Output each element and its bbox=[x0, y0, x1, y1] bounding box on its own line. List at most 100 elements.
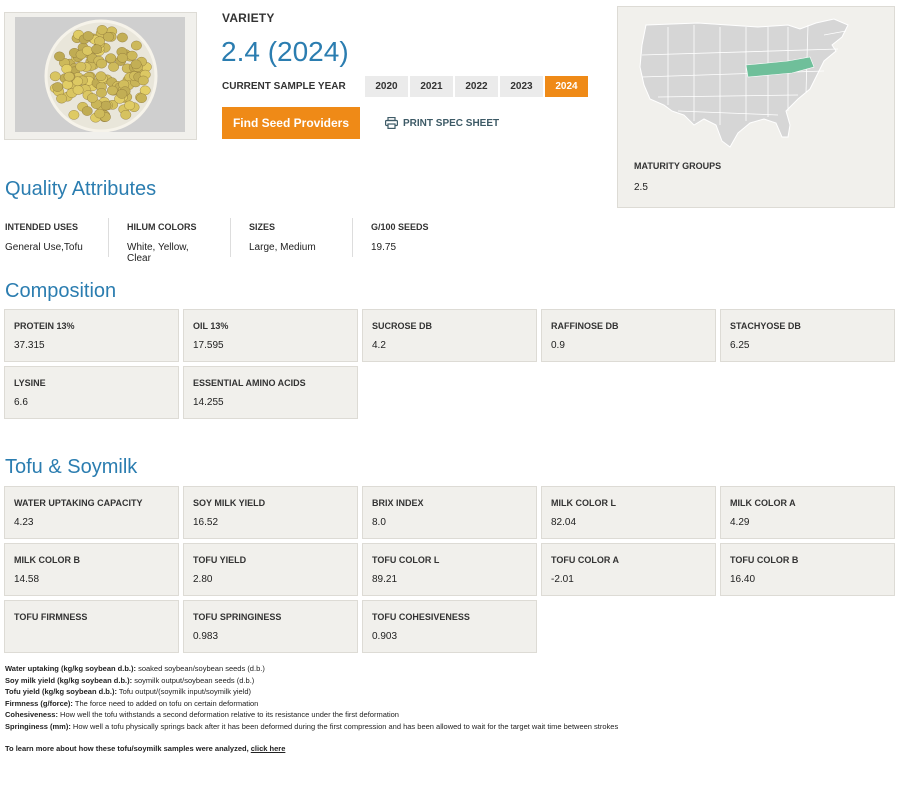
note-line: Springiness (mm): How well a tofu physic… bbox=[5, 721, 618, 733]
note-line: Firmness (g/force): The force need to ad… bbox=[5, 698, 618, 710]
tofu-card: TOFU COLOR B 16.40 bbox=[720, 543, 895, 596]
year-tab-2021[interactable]: 2021 bbox=[410, 76, 453, 97]
card-value: 89.21 bbox=[372, 574, 398, 585]
seed-photo-image bbox=[15, 17, 185, 132]
card-label: SOY MILK YIELD bbox=[193, 498, 266, 508]
tofu-card: TOFU COLOR A -2.01 bbox=[541, 543, 716, 596]
attr-value: Large, Medium bbox=[249, 242, 316, 253]
card-value: 37.315 bbox=[14, 340, 45, 351]
composition-card: RAFFINOSE DB 0.9 bbox=[541, 309, 716, 362]
attr-value: General Use,Tofu bbox=[5, 242, 83, 253]
card-label: TOFU COLOR A bbox=[551, 555, 619, 565]
attr-label: SIZES bbox=[249, 222, 276, 232]
click-here-link[interactable]: click here bbox=[251, 744, 286, 753]
card-label: PROTEIN 13% bbox=[14, 321, 75, 331]
attr-label: HILUM COLORS bbox=[127, 222, 197, 232]
quality-attributes-title: Quality Attributes bbox=[5, 178, 157, 200]
card-value: 4.29 bbox=[730, 517, 750, 528]
note-term: Springiness (mm): bbox=[5, 721, 71, 731]
attr-value: White, Yellow, Clear bbox=[127, 242, 189, 264]
definitions-notes: Water uptaking (kg/kg soybean d.b.): soa… bbox=[5, 663, 618, 732]
quality-attributes-row: INTENDED USES General Use,Tofu HILUM COL… bbox=[0, 218, 488, 264]
tofu-card: SOY MILK YIELD 16.52 bbox=[183, 486, 358, 539]
composition-card: STACHYOSE DB 6.25 bbox=[720, 309, 895, 362]
note-text: How well a tofu physically springs back … bbox=[70, 721, 619, 731]
card-label: MILK COLOR B bbox=[14, 555, 80, 565]
year-tab-2020[interactable]: 2020 bbox=[365, 76, 408, 97]
attr-intended-uses: INTENDED USES General Use,Tofu bbox=[0, 218, 109, 257]
attr-label: G/100 SEEDS bbox=[371, 222, 429, 232]
composition-cards: PROTEIN 13% 37.315 OIL 13% 17.595 SUCROSE … bbox=[4, 309, 895, 419]
year-tab-2022[interactable]: 2022 bbox=[455, 76, 498, 97]
year-tab-2024[interactable]: 2024 bbox=[545, 76, 588, 97]
us-maturity-map bbox=[639, 18, 849, 148]
card-label: TOFU COHESIVENESS bbox=[372, 612, 470, 622]
card-value: 0.903 bbox=[372, 631, 398, 642]
printer-icon bbox=[385, 117, 398, 129]
soybean-dish-illustration bbox=[44, 19, 158, 132]
tofu-card: BRIX INDEX 8.0 bbox=[362, 486, 537, 539]
card-label: RAFFINOSE DB bbox=[551, 321, 619, 331]
composition-card: SUCROSE DB 4.2 bbox=[362, 309, 537, 362]
card-label: TOFU SPRINGINESS bbox=[193, 612, 282, 622]
note-text: How well the tofu withstands a second de… bbox=[57, 710, 399, 719]
card-label: TOFU FIRMNESS bbox=[14, 612, 88, 622]
tofu-card: TOFU COLOR L 89.21 bbox=[362, 543, 537, 596]
card-label: ESSENTIAL AMINO ACIDS bbox=[193, 378, 306, 388]
card-label: MILK COLOR L bbox=[551, 498, 616, 508]
find-seed-providers-button[interactable]: Find Seed Providers bbox=[222, 107, 360, 139]
tofu-card: MILK COLOR B 14.58 bbox=[4, 543, 179, 596]
composition-card: OIL 13% 17.595 bbox=[183, 309, 358, 362]
card-value: 14.255 bbox=[193, 397, 224, 408]
card-label: SUCROSE DB bbox=[372, 321, 433, 331]
note-term: Cohesiveness: bbox=[5, 710, 58, 719]
card-value: 6.25 bbox=[730, 340, 750, 351]
card-label: LYSINE bbox=[14, 378, 46, 388]
card-label: TOFU YIELD bbox=[193, 555, 247, 565]
seed-photo bbox=[4, 12, 197, 140]
note-line: Cohesiveness: How well the tofu withstan… bbox=[5, 709, 618, 721]
sample-year-label: CURRENT SAMPLE YEAR bbox=[222, 81, 346, 92]
print-spec-sheet-label: PRINT SPEC SHEET bbox=[403, 117, 500, 129]
note-term: Water uptaking (kg/kg soybean d.b.): bbox=[5, 664, 136, 673]
note-text: The force need to added on tofu on certa… bbox=[72, 698, 259, 708]
card-value: 8.0 bbox=[372, 517, 386, 528]
tofu-soymilk-cards: WATER UPTAKING CAPACITY 4.23 SOY MILK YIE… bbox=[4, 486, 895, 653]
composition-title: Composition bbox=[5, 280, 117, 302]
tofu-card: MILK COLOR A 4.29 bbox=[720, 486, 895, 539]
card-value: 82.04 bbox=[551, 517, 577, 528]
card-label: WATER UPTAKING CAPACITY bbox=[14, 498, 143, 508]
attr-value: 19.75 bbox=[371, 242, 397, 253]
note-term: Firmness (g/force): bbox=[5, 698, 73, 708]
card-value: 16.40 bbox=[730, 574, 756, 585]
card-value: 17.595 bbox=[193, 340, 224, 351]
year-tab-2023[interactable]: 2023 bbox=[500, 76, 543, 97]
card-value: 0.9 bbox=[551, 340, 565, 351]
card-value: 4.2 bbox=[372, 340, 386, 351]
note-line: Soy milk yield (kg/kg soybean d.b.): soy… bbox=[5, 675, 618, 687]
card-label: TOFU COLOR L bbox=[372, 555, 440, 565]
card-label: BRIX INDEX bbox=[372, 498, 424, 508]
card-label: MILK COLOR A bbox=[730, 498, 796, 508]
card-value: 2.80 bbox=[193, 574, 213, 585]
note-text: soymilk output/soybean seeds (d.b.) bbox=[132, 675, 255, 685]
learn-more: To learn more about how these tofu/soymi… bbox=[5, 744, 285, 753]
maturity-groups-value: 2.5 bbox=[634, 182, 648, 193]
card-value: 4.23 bbox=[14, 517, 34, 528]
card-label: STACHYOSE DB bbox=[730, 321, 801, 331]
note-term: Soy milk yield (kg/kg soybean d.b.): bbox=[5, 675, 133, 685]
tofu-soymilk-title: Tofu & Soymilk bbox=[5, 456, 138, 478]
composition-card: ESSENTIAL AMINO ACIDS 14.255 bbox=[183, 366, 358, 419]
note-line: Tofu yield (kg/kg soybean d.b.): Tofu ou… bbox=[5, 686, 618, 698]
card-label: TOFU COLOR B bbox=[730, 555, 799, 565]
tofu-card: MILK COLOR L 82.04 bbox=[541, 486, 716, 539]
card-value: 16.52 bbox=[193, 517, 219, 528]
attr-g-per-100-seeds: G/100 SEEDS 19.75 bbox=[366, 218, 475, 257]
card-value: 6.6 bbox=[14, 397, 28, 408]
composition-card: PROTEIN 13% 37.315 bbox=[4, 309, 179, 362]
print-spec-sheet-link[interactable]: PRINT SPEC SHEET bbox=[385, 117, 499, 129]
tofu-card: TOFU COHESIVENESS 0.903 bbox=[362, 600, 537, 653]
tofu-card: TOFU SPRINGINESS 0.983 bbox=[183, 600, 358, 653]
variety-value: 2.4 (2024) bbox=[221, 36, 349, 67]
year-tabs: 2020 2021 2022 2023 2024 bbox=[365, 76, 588, 97]
